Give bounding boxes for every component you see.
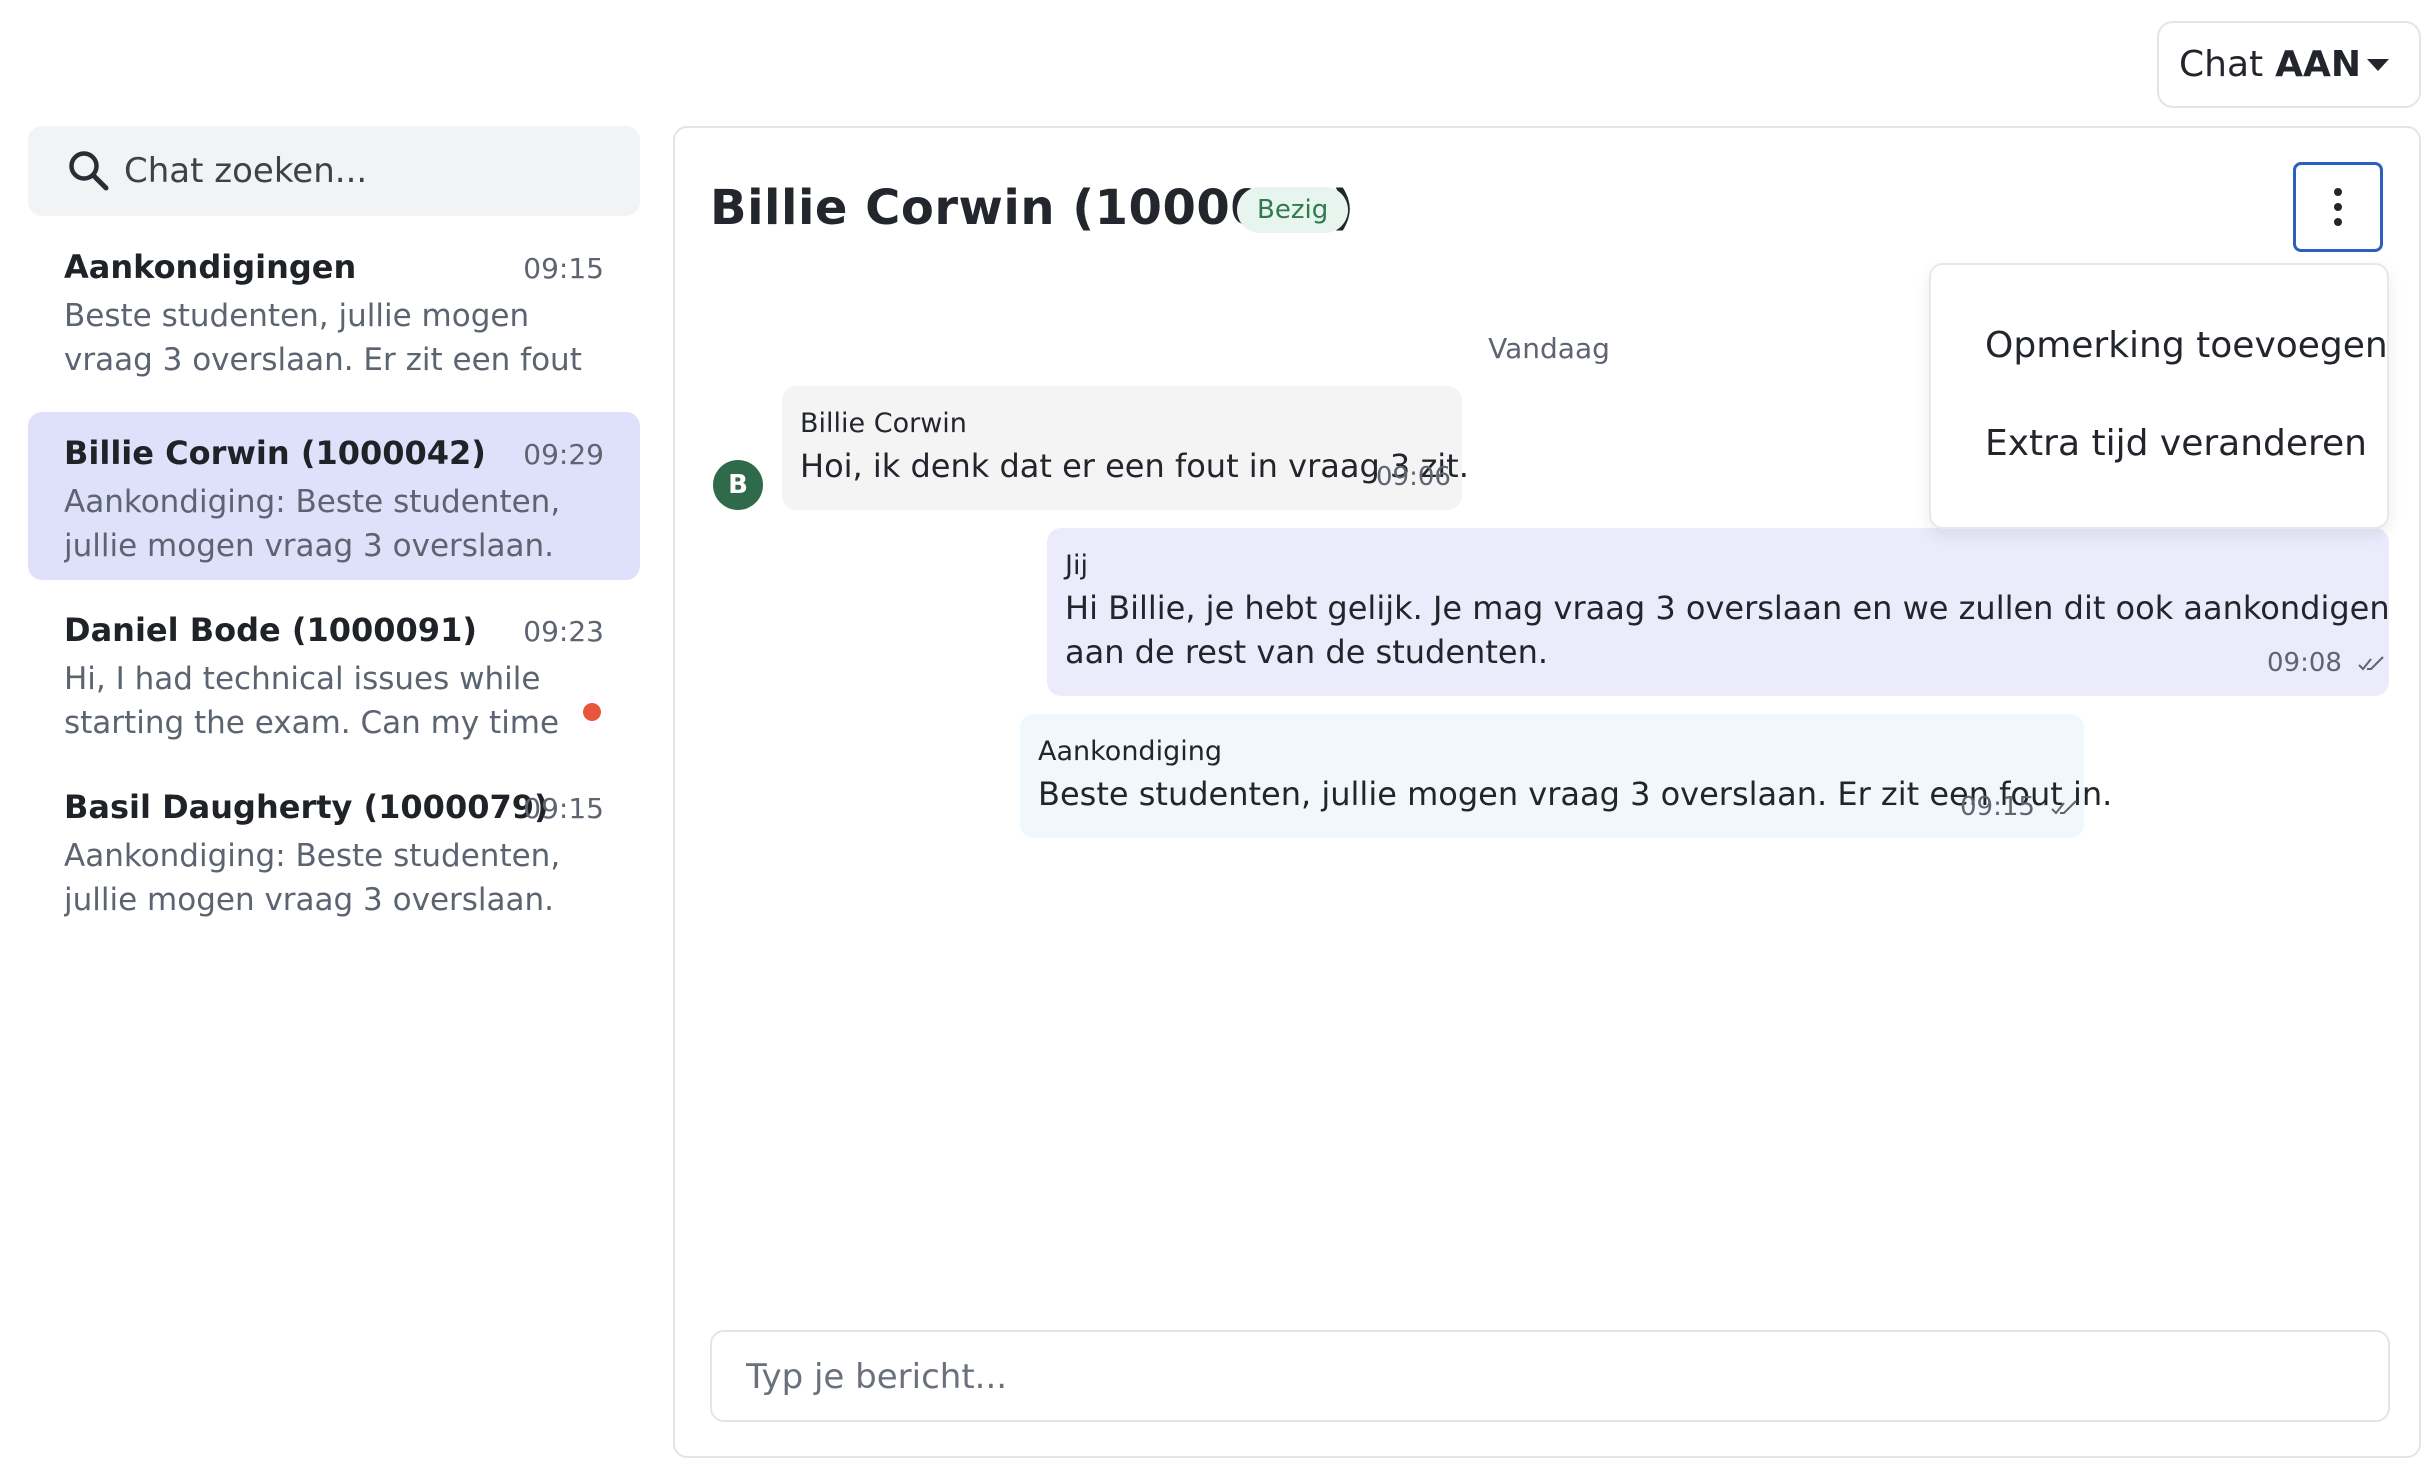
message-time: 09:08 xyxy=(2267,648,2342,678)
menu-item-add-note[interactable]: Opmerking toevoegen xyxy=(1985,325,2388,366)
message-composer[interactable] xyxy=(710,1330,2390,1422)
message-incoming: Billie Corwin Hoi, ik denk dat er een fo… xyxy=(782,386,1469,510)
chat-list-item-billie-corwin[interactable]: Billie Corwin (1000042) 09:29 Aankondigi… xyxy=(28,412,640,580)
chat-item-time: 09:15 xyxy=(523,792,604,825)
more-vertical-icon xyxy=(2334,203,2342,211)
message-meta: 09:15 xyxy=(1960,792,2079,822)
message-meta: 09:08 xyxy=(2267,648,2386,678)
double-check-icon xyxy=(2051,799,2077,814)
unread-indicator xyxy=(583,703,601,721)
chevron-down-icon xyxy=(2367,59,2389,71)
chat-item-preview: Aankondiging: Beste studenten, jullie mo… xyxy=(64,838,561,918)
conversation-menu-button[interactable] xyxy=(2293,162,2383,252)
chat-list-item-daniel-bode[interactable]: Daniel Bode (1000091) 09:23 Hi, I had te… xyxy=(28,589,640,757)
message-text: Hoi, ik denk dat er een fout in vraag 3 … xyxy=(800,447,1469,485)
chat-search-input[interactable] xyxy=(124,140,614,202)
chat-list-item-aankondigingen[interactable]: Aankondigingen 09:15 Beste studenten, ju… xyxy=(28,226,640,394)
chat-list-item-basil-daugherty[interactable]: Basil Daugherty (1000079) 09:15 Aankondi… xyxy=(28,766,640,934)
chat-item-name: Daniel Bode (1000091) xyxy=(64,611,477,649)
message-outgoing: Jij Hi Billie, je hebt gelijk. Je mag vr… xyxy=(1047,528,2390,696)
chat-item-name: Aankondigingen xyxy=(64,248,357,286)
message-sender: Billie Corwin xyxy=(800,408,967,439)
message-input[interactable] xyxy=(746,1346,2346,1408)
chat-item-preview: Beste studenten, jullie mogen vraag 3 ov… xyxy=(64,298,582,378)
chat-search-box[interactable] xyxy=(28,126,640,216)
message-text: Hi Billie, je hebt gelijk. Je mag vraag … xyxy=(1065,589,2390,627)
message-time: 09:15 xyxy=(1960,792,2035,822)
message-sender: Jij xyxy=(1065,550,1088,581)
message-text: Beste studenten, jullie mogen vraag 3 ov… xyxy=(1038,775,2113,813)
menu-item-change-extra-time[interactable]: Extra tijd veranderen xyxy=(1985,423,2367,464)
message-sender: Aankondiging xyxy=(1038,736,1222,767)
chat-item-preview: Aankondiging: Beste studenten, jullie mo… xyxy=(64,484,561,564)
conversation-panel: Billie Corwin (1000042) Bezig Vandaag B … xyxy=(673,126,2421,1458)
message-time: 09:06 xyxy=(1376,462,1451,492)
status-badge: Bezig xyxy=(1237,187,1349,233)
chat-status-value: AAN xyxy=(2275,44,2361,85)
avatar: B xyxy=(713,460,763,510)
more-vertical-icon xyxy=(2334,188,2342,196)
chat-item-time: 09:23 xyxy=(523,615,604,648)
more-vertical-icon xyxy=(2334,218,2342,226)
chat-status-dropdown[interactable]: Chat AAN xyxy=(2157,21,2421,108)
chat-item-name: Basil Daugherty (1000079) xyxy=(64,788,549,826)
message-text: aan de rest van de studenten. xyxy=(1065,633,1549,671)
chat-item-time: 09:15 xyxy=(523,252,604,285)
chat-item-name: Billie Corwin (1000042) xyxy=(64,434,486,472)
message-announcement: Aankondiging Beste studenten, jullie mog… xyxy=(1020,714,2112,838)
search-icon xyxy=(69,151,109,191)
conversation-menu: Opmerking toevoegen Extra tijd verandere… xyxy=(1929,263,2389,529)
double-check-icon xyxy=(2358,655,2384,670)
chat-status-label: Chat xyxy=(2179,44,2264,85)
chat-item-preview: Hi, I had technical issues while startin… xyxy=(64,661,560,741)
chat-item-time: 09:29 xyxy=(523,438,604,471)
